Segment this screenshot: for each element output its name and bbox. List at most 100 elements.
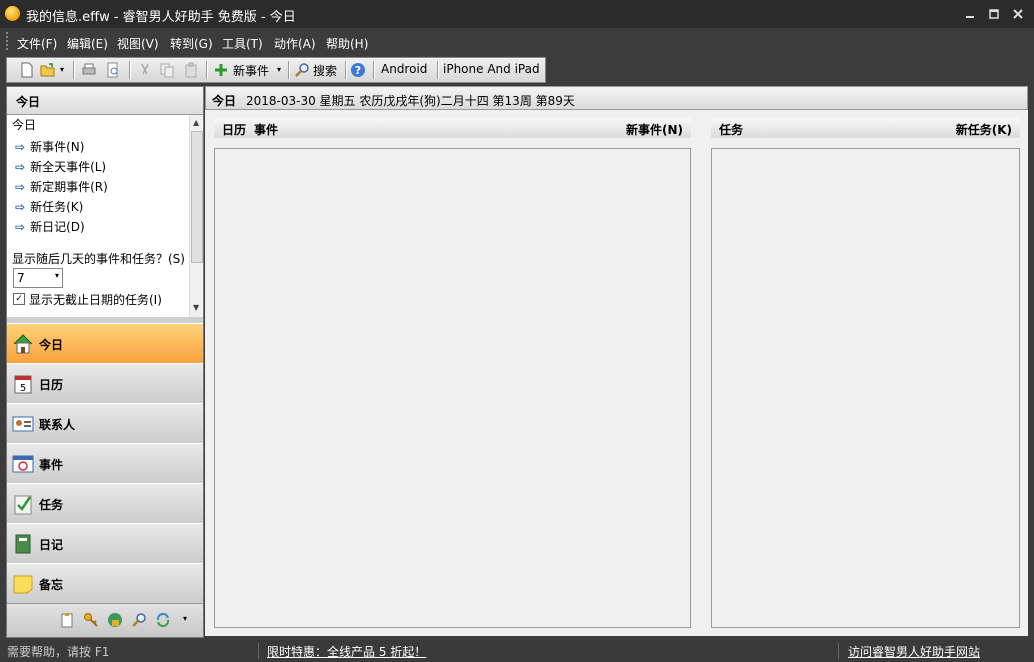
copy-icon[interactable] (159, 62, 175, 78)
search-label: 搜索 (313, 64, 338, 78)
nav-notes[interactable]: 备忘 (7, 563, 203, 604)
svg-text:?: ? (355, 64, 361, 77)
event-icon (12, 453, 34, 475)
toolbar-separator (288, 61, 290, 79)
window-title: 我的信息.effw - 睿智男人好助手 免费版 - 今日 (26, 10, 296, 25)
sync-icon[interactable] (155, 612, 171, 628)
nav-contacts[interactable]: 联系人 (7, 403, 203, 444)
tasks-list[interactable] (711, 148, 1020, 628)
section-title: 今日 (12, 118, 37, 132)
search-button[interactable]: 搜索 (292, 59, 344, 81)
nav-tasks[interactable]: 任务 (7, 483, 203, 524)
key-icon[interactable] (83, 612, 99, 628)
menu-tools[interactable]: 工具(T) (222, 35, 263, 52)
link-new-event[interactable]: ⇨ 新事件(N) (15, 138, 84, 155)
minimize-icon[interactable] (961, 6, 979, 22)
nav-calendar[interactable]: 5 日历 (7, 363, 203, 404)
sticky-note-icon (12, 573, 34, 595)
new-task-link[interactable]: 新任务(K) (956, 121, 1012, 138)
nav-today[interactable]: 今日 (7, 323, 203, 364)
link-new-recurring-event[interactable]: ⇨ 新定期事件(R) (15, 178, 108, 195)
main-content: 今日 2018-03-30 星期五 农历戊戌年(狗)二月十四 第13周 第89天… (205, 86, 1028, 636)
toolbar-separator (129, 61, 131, 79)
search-icon[interactable] (131, 612, 147, 628)
open-folder-icon[interactable] (40, 62, 56, 78)
task-clipboard-icon (12, 493, 34, 515)
toolbar-separator (206, 61, 208, 79)
link-label: 新日记(D) (30, 220, 85, 234)
print-preview-icon[interactable] (105, 62, 121, 78)
globe-lock-icon[interactable] (107, 612, 123, 628)
new-event-link[interactable]: 新事件(N) (626, 121, 683, 138)
maximize-icon[interactable] (985, 6, 1003, 22)
link-new-task[interactable]: ⇨ 新任务(K) (15, 198, 83, 215)
arrow-right-icon: ⇨ (15, 200, 26, 214)
promo-link[interactable]: 限时特惠：全线产品 5 折起！ (267, 643, 426, 660)
events-list[interactable] (214, 148, 691, 628)
paste-icon[interactable] (183, 62, 199, 78)
open-dropdown-icon[interactable]: ▾ (60, 65, 64, 74)
nav-diary[interactable]: 日记 (7, 523, 203, 564)
menu-goto[interactable]: 转到(G) (170, 35, 213, 52)
arrow-right-icon: ⇨ (15, 140, 26, 154)
menu-actions[interactable]: 动作(A) (274, 35, 316, 52)
toolbar-separator (345, 61, 347, 79)
status-help: 需要帮助，请按 F1 (7, 645, 110, 659)
link-new-allday-event[interactable]: ⇨ 新全天事件(L) (15, 158, 106, 175)
plus-icon (213, 62, 229, 78)
scroll-up-icon[interactable]: ▲ (193, 118, 199, 127)
visit-website-link[interactable]: 访问睿智男人好助手网站 (848, 643, 980, 660)
home-icon (12, 333, 34, 355)
nav-label: 日记 (39, 538, 64, 552)
clipboard-icon[interactable] (59, 612, 75, 628)
print-icon[interactable] (81, 62, 97, 78)
days-value: 7 (17, 271, 25, 285)
link-new-diary[interactable]: ⇨ 新日记(D) (15, 218, 85, 235)
arrow-right-icon: ⇨ (15, 180, 26, 194)
status-divider (838, 643, 839, 659)
toolbar-separator (437, 61, 439, 79)
scroll-thumb[interactable] (191, 131, 203, 263)
scroll-down-icon[interactable]: ▼ (193, 303, 199, 312)
days-select[interactable]: 7 ▾ (13, 268, 63, 288)
column-calendar: 日历 (222, 123, 247, 137)
scrollbar[interactable]: ▲ ▼ (189, 115, 203, 317)
help-icon[interactable]: ? (350, 62, 366, 78)
chevron-down-icon[interactable]: ▾ (277, 65, 281, 74)
new-event-button[interactable]: 新事件 ▾ (211, 59, 287, 81)
menu-view[interactable]: 视图(V) (117, 35, 159, 52)
close-icon[interactable] (1009, 6, 1027, 22)
nav-shortcuts-bar: ▾ (7, 604, 203, 637)
nav-events[interactable]: 事件 (7, 443, 203, 484)
android-button[interactable]: Android (381, 62, 427, 76)
menu-help[interactable]: 帮助(H) (326, 35, 368, 52)
toolbar-separator (73, 61, 75, 79)
arrow-right-icon: ⇨ (15, 220, 26, 234)
calendar-pane-header: 日历 事件 新事件(N) (214, 118, 691, 138)
toolbar: ▾ 新事件 ▾ 搜索 ? Android iPhone And iPad (6, 57, 546, 83)
new-file-icon[interactable] (19, 62, 35, 78)
link-label: 新全天事件(L) (30, 160, 107, 174)
show-nodue-label: 显示无截止日期的任务(I) (29, 293, 162, 307)
panel-header: 今日 (7, 87, 203, 115)
search-icon (294, 62, 310, 78)
link-label: 新任务(K) (30, 200, 84, 214)
date-header-title: 今日 (212, 94, 237, 108)
chevron-down-icon[interactable]: ▾ (183, 614, 187, 623)
menu-bar: 文件(F) 编辑(E) 视图(V) 转到(G) 工具(T) 动作(A) 帮助(H… (0, 28, 1034, 55)
menu-edit[interactable]: 编辑(E) (67, 35, 108, 52)
column-task: 任务 (719, 123, 744, 137)
show-nodue-checkbox[interactable]: ✓ (13, 293, 25, 305)
link-label: 新定期事件(R) (30, 180, 108, 194)
arrow-right-icon: ⇨ (15, 160, 26, 174)
cut-icon[interactable] (137, 62, 153, 78)
new-event-label: 新事件 (233, 64, 270, 78)
iphone-ipad-button[interactable]: iPhone And iPad (443, 62, 540, 76)
app-logo-icon (5, 6, 20, 21)
link-label: 新事件(N) (30, 140, 85, 154)
menu-file[interactable]: 文件(F) (17, 35, 57, 52)
chevron-down-icon: ▾ (54, 271, 59, 280)
panel-header-title: 今日 (16, 95, 41, 109)
menu-grip (6, 32, 11, 50)
date-info: 2018-03-30 星期五 农历戊戌年(狗)二月十四 第13周 第89天 (246, 94, 575, 108)
